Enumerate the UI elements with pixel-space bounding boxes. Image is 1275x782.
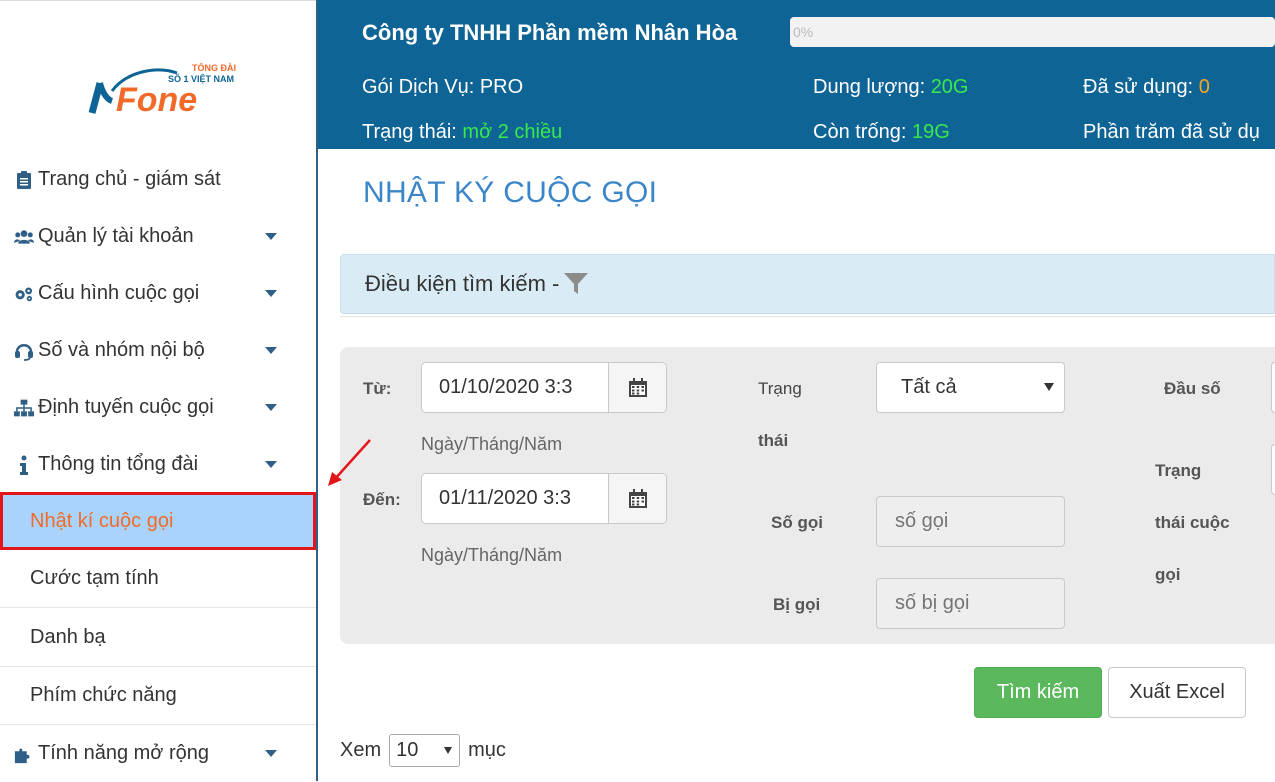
capacity-value: 20G [930, 76, 969, 98]
used-info: Đã sử dụng: 0 [1083, 76, 1210, 99]
call-status-label-line2: thái cuộc [1155, 513, 1230, 532]
show-label: Xem [340, 739, 382, 761]
sidebar-item-accounts[interactable]: Quản lý tài khoản [0, 208, 316, 265]
callee-input[interactable] [876, 578, 1065, 629]
sidebar-item-label: Cấu hình cuộc gọi [38, 282, 200, 304]
from-date-group [421, 362, 667, 413]
headset-icon [14, 341, 34, 361]
from-date-hint: Ngày/Tháng/Năm [421, 434, 563, 454]
status-select-value: Tất cả [901, 376, 957, 398]
usage-progress-bar: 0% [790, 17, 1275, 47]
page-size-value: 10 [396, 739, 419, 761]
capacity-info: Dung lượng: 20G [813, 76, 969, 99]
status-filter-label-line2: thái [758, 431, 789, 450]
chevron-down-icon[interactable] [265, 233, 277, 240]
users-icon [14, 228, 34, 245]
export-excel-button[interactable]: Xuất Excel [1108, 667, 1246, 718]
sidebar-item-label: Số và nhóm nội bộ [38, 339, 205, 361]
sidebar-item-label: Tính năng mở rộng [38, 742, 209, 764]
used-label: Đã sử dụng: [1083, 76, 1199, 98]
to-date-hint: Ngày/Tháng/Năm [421, 545, 563, 565]
call-status-select[interactable] [1271, 444, 1275, 495]
logo-wordmark: Fone [116, 81, 197, 119]
sidebar-item-extensions-features[interactable]: Tính năng mở rộng [0, 725, 316, 782]
prefix-select[interactable] [1271, 362, 1275, 413]
chevron-down-icon [444, 747, 453, 754]
to-label: Đến: [363, 490, 401, 509]
call-status-label-line3: gọi [1155, 565, 1181, 584]
company-name: Công ty TNHH Phần mềm Nhân Hòa [362, 20, 738, 45]
sidebar-subitem-call-log[interactable]: Nhật kí cuộc gọi [0, 492, 316, 550]
chevron-down-icon[interactable] [265, 461, 277, 468]
search-conditions-header[interactable]: Điều kiện tìm kiếm - [340, 254, 1275, 314]
sidebar-item-dashboard[interactable]: Trang chủ - giám sát [0, 151, 316, 208]
sidebar-subitem-label: Cước tạm tính [30, 567, 159, 589]
logo-tagline-2: SỐ 1 VIỆT NAM [168, 73, 234, 84]
sidebar-subitem-function-keys[interactable]: Phím chức năng [0, 667, 316, 725]
info-icon [14, 455, 34, 475]
percent-used-info: Phần trăm đã sử dụ [1083, 121, 1260, 143]
status-value: mở 2 chiều [462, 121, 563, 143]
sidebar-subitem-charges[interactable]: Cước tạm tính [0, 550, 316, 608]
to-date-input[interactable] [422, 474, 608, 523]
vfone-logo[interactable]: Fone TỔNG ĐÀI SỐ 1 VIỆT NAM [82, 61, 237, 121]
clipboard-icon [14, 170, 34, 189]
search-button[interactable]: Tìm kiếm [974, 667, 1102, 718]
chevron-down-icon[interactable] [265, 290, 277, 297]
status-filter-label-line1: Trạng [758, 379, 802, 398]
call-status-label-line1: Trạng [1155, 461, 1202, 480]
caller-input[interactable] [876, 496, 1065, 547]
sidebar-item-call-config[interactable]: Cấu hình cuộc gọi [0, 265, 316, 322]
chevron-down-icon[interactable] [265, 404, 277, 411]
status-label: Trạng thái: [362, 121, 463, 143]
free-info: Còn trống: 19G [813, 121, 950, 144]
free-value: 19G [911, 121, 950, 143]
usage-progress-text: 0% [793, 24, 814, 40]
sidebar-item-pbx-info[interactable]: Thông tin tổng đài [0, 436, 316, 493]
chevron-down-icon[interactable] [265, 750, 277, 757]
sidebar-subitem-contacts[interactable]: Danh bạ [0, 609, 316, 667]
calendar-icon[interactable] [608, 363, 666, 412]
sidebar-item-label: Định tuyến cuộc gọi [38, 396, 214, 418]
package-info: Gói Dịch Vụ: PRO [362, 76, 524, 98]
sidebar-item-routing[interactable]: Định tuyến cuộc gọi [0, 379, 316, 436]
status-info: Trạng thái: mở 2 chiều [362, 121, 562, 144]
sidebar-item-label: Trang chủ - giám sát [38, 168, 221, 190]
calendar-icon[interactable] [608, 474, 666, 523]
sidebar-subitem-label: Nhật kí cuộc gọi [30, 509, 174, 532]
page-title: NHẬT KÝ CUỘC GỌI [363, 176, 658, 209]
from-label: Từ: [363, 379, 392, 398]
caller-label: Số gọi [771, 513, 823, 532]
chevron-down-icon[interactable] [265, 347, 277, 354]
logo-tagline-1: TỔNG ĐÀI [192, 62, 236, 73]
annotation-arrow-icon [328, 439, 371, 486]
chevron-down-icon [1044, 383, 1054, 391]
puzzle-icon [14, 744, 34, 764]
page-size-select[interactable]: 10 [389, 734, 461, 767]
prefix-label: Đầu số [1164, 379, 1221, 398]
filter-icon[interactable] [563, 272, 589, 296]
sidebar-item-label: Quản lý tài khoản [38, 225, 194, 247]
capacity-label: Dung lượng: [813, 76, 931, 98]
used-value: 0 [1198, 76, 1210, 98]
account-header: Công ty TNHH Phần mềm Nhân Hòa 0% Gói Dị… [318, 0, 1275, 149]
cogs-icon [14, 284, 34, 304]
from-date-input[interactable] [422, 363, 608, 412]
sidebar-item-extensions[interactable]: Số và nhóm nội bộ [0, 322, 316, 379]
free-label: Còn trống: [813, 121, 912, 143]
to-date-group [421, 473, 667, 524]
status-select[interactable]: Tất cả [876, 362, 1065, 413]
sidebar: Fone TỔNG ĐÀI SỐ 1 VIỆT NAM Trang chủ - … [0, 0, 316, 781]
sidebar-item-label: Thông tin tổng đài [38, 453, 199, 475]
divider [340, 316, 1275, 317]
show-suffix: mục [468, 739, 506, 761]
callee-label: Bị gọi [773, 595, 821, 614]
page-size-control: Xem 10 mục [340, 734, 506, 767]
sidebar-subitem-label: Phím chức năng [30, 684, 177, 706]
search-conditions-label: Điều kiện tìm kiếm - [365, 271, 560, 296]
sitemap-icon [14, 398, 34, 418]
sidebar-subitem-label: Danh bạ [30, 626, 106, 648]
